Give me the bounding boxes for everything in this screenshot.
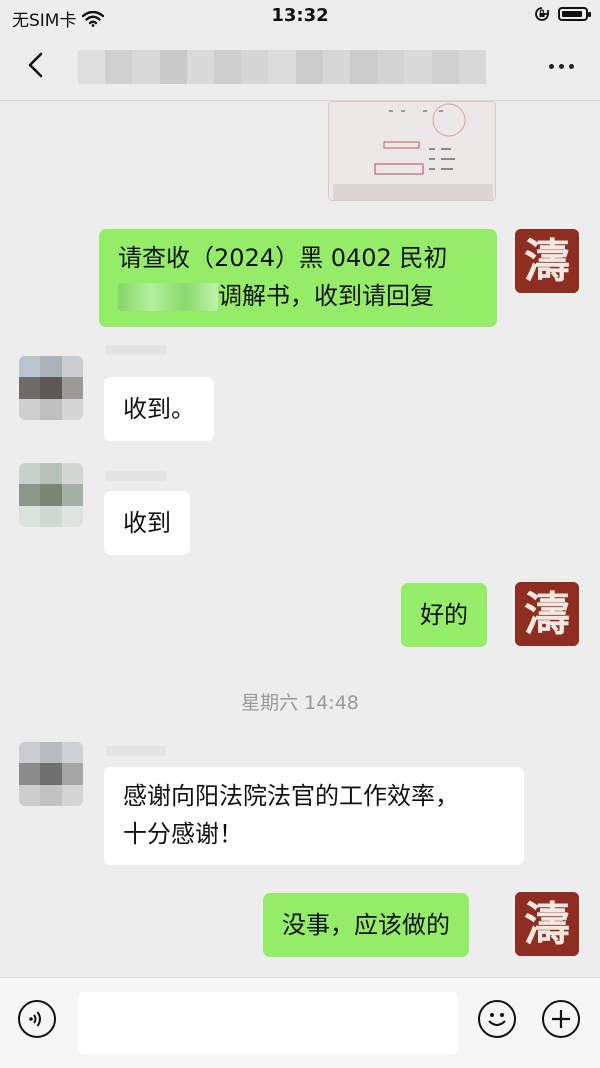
document-photo	[329, 102, 495, 200]
redacted-case-number	[118, 283, 218, 311]
battery-icon	[558, 7, 591, 21]
my-message-bubble[interactable]: 请查收（2024）黑 0402 民初 调解书，收到请回复	[99, 229, 497, 327]
chat-title-redacted	[78, 50, 487, 84]
svg-text:濤: 濤	[524, 587, 570, 641]
sender-name-redacted	[106, 345, 166, 355]
message-list[interactable]: 请查收（2024）黑 0402 民初 调解书，收到请回复 濤 收到。 收到 好的…	[0, 101, 600, 977]
my-message-bubble[interactable]: 没事，应该做的	[263, 893, 469, 957]
contact-avatar[interactable]	[19, 356, 83, 420]
message-text-line1: 感谢向阳法院法官的工作效率，	[123, 782, 459, 810]
contact-avatar[interactable]	[19, 463, 83, 527]
orientation-lock-icon	[535, 7, 549, 21]
calligraphy-seal-avatar: 濤	[515, 582, 579, 646]
svg-text:濤: 濤	[524, 234, 570, 288]
my-avatar[interactable]: 濤	[515, 582, 579, 646]
my-avatar[interactable]: 濤	[515, 892, 579, 956]
svg-text:濤: 濤	[524, 897, 570, 951]
message-text: 收到	[123, 509, 171, 537]
more-dots-icon[interactable]	[549, 64, 574, 69]
sender-name-redacted	[106, 746, 166, 756]
my-message-bubble[interactable]: 好的	[401, 583, 487, 647]
calligraphy-seal-avatar: 濤	[515, 892, 579, 956]
emoji-icon[interactable]	[478, 1000, 516, 1038]
message-input[interactable]	[78, 992, 458, 1054]
message-text: 没事，应该做的	[282, 911, 450, 939]
contact-message-bubble[interactable]: 感谢向阳法院法官的工作效率， 十分感谢！	[104, 767, 524, 865]
document-image-message[interactable]	[328, 101, 496, 201]
plus-icon[interactable]	[542, 1000, 580, 1038]
sender-name-redacted	[106, 471, 166, 481]
message-composer	[0, 977, 600, 1068]
voice-icon[interactable]	[18, 1000, 56, 1038]
message-text: 好的	[420, 601, 468, 629]
message-text-line2: 十分感谢！	[123, 820, 243, 848]
status-bar: 无SIM卡 13:32	[0, 0, 600, 32]
message-text-line1: 请查收（2024）黑 0402 民初	[118, 244, 448, 272]
calligraphy-seal-avatar: 濤	[515, 229, 579, 293]
chevron-left-icon[interactable]	[22, 50, 52, 80]
my-avatar[interactable]: 濤	[515, 229, 579, 293]
message-text-line2: 调解书，收到请回复	[218, 282, 434, 310]
time-divider: 星期六 14:48	[241, 692, 359, 714]
contact-message-bubble[interactable]: 收到。	[104, 377, 214, 441]
clock: 13:32	[271, 5, 329, 26]
message-text: 收到。	[123, 395, 195, 423]
chat-header	[0, 32, 600, 101]
contact-message-bubble[interactable]: 收到	[104, 491, 190, 555]
contact-avatar[interactable]	[19, 742, 83, 806]
